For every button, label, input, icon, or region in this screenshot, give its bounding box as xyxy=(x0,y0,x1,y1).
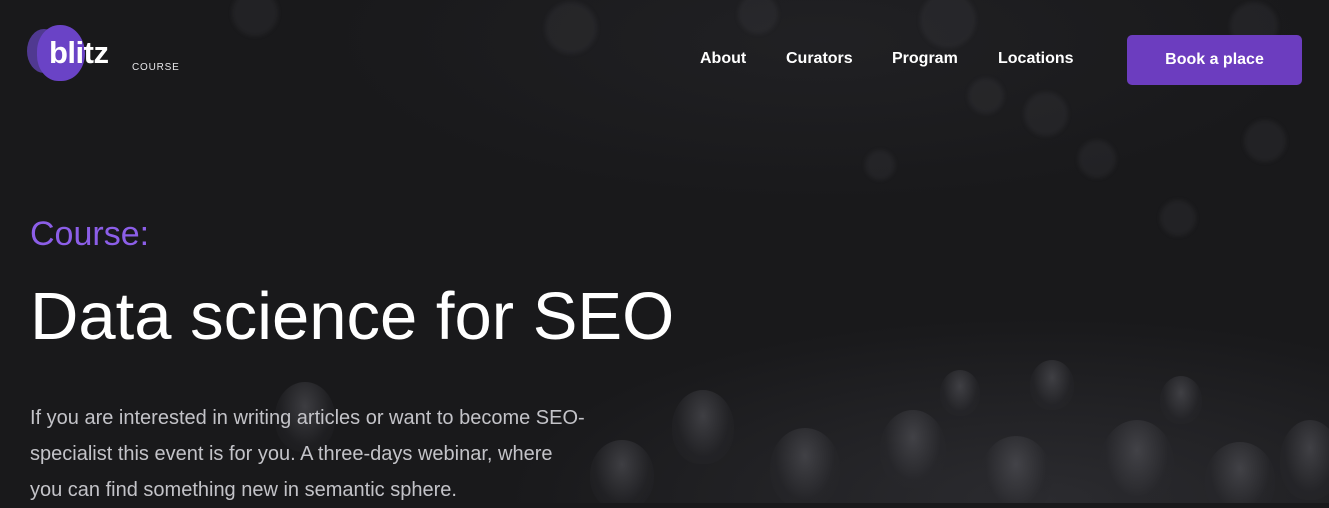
hero-eyebrow: Course: xyxy=(30,215,150,253)
page-title: Data science for SEO xyxy=(30,279,675,354)
nav-item-locations[interactable]: Locations xyxy=(998,49,1074,69)
brand-name: blitz xyxy=(49,35,109,70)
hero-description: If you are interested in writing article… xyxy=(30,407,585,501)
brand-tagline: COURSE xyxy=(132,62,180,73)
nav-item-curators[interactable]: Curators xyxy=(786,49,853,69)
nav-item-about[interactable]: About xyxy=(700,49,746,69)
book-a-place-button[interactable]: Book a place xyxy=(1127,35,1302,85)
nav-item-program[interactable]: Program xyxy=(892,49,958,69)
brand-logo[interactable]: blitz COURSE xyxy=(27,23,187,83)
